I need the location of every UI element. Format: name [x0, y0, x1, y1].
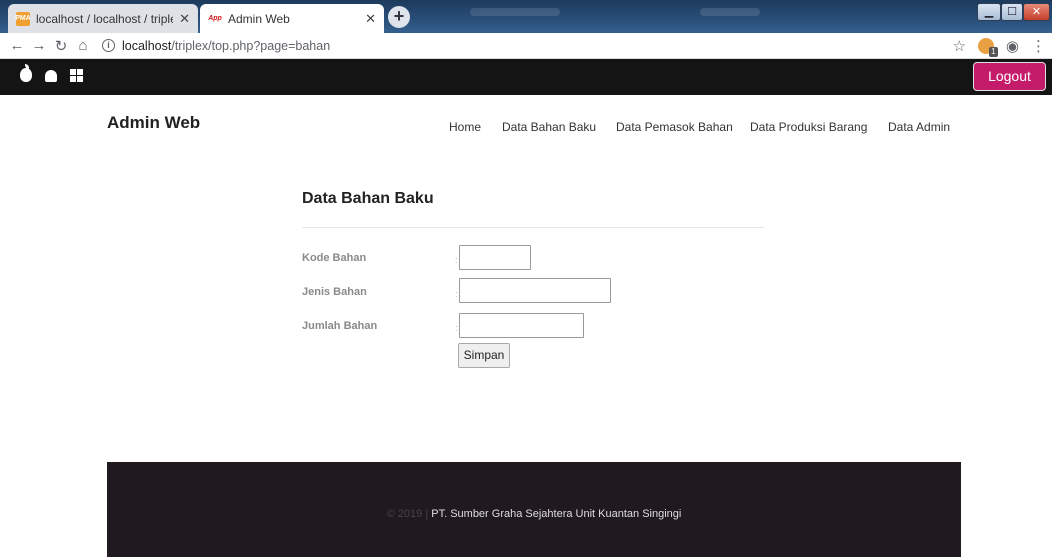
info-icon[interactable]: i	[102, 39, 115, 52]
jenis-bahan-input[interactable]	[459, 278, 611, 303]
jenis-bahan-label: Jenis Bahan	[302, 286, 367, 298]
windows-icon[interactable]	[70, 69, 83, 82]
nav-data-admin[interactable]: Data Admin	[888, 120, 950, 134]
logout-button[interactable]: Logout	[973, 62, 1046, 91]
nav-data-produksi-barang[interactable]: Data Produksi Barang	[750, 120, 867, 134]
page-title: Data Bahan Baku	[302, 190, 434, 207]
nav-data-bahan-baku[interactable]: Data Bahan Baku	[502, 120, 596, 134]
nav-data-pemasok-bahan[interactable]: Data Pemasok Bahan	[616, 120, 733, 134]
kode-bahan-label: Kode Bahan	[302, 252, 367, 264]
close-icon[interactable]: ✕	[179, 11, 190, 27]
back-icon[interactable]: ←	[6, 37, 28, 54]
jumlah-bahan-input[interactable]	[459, 313, 584, 338]
new-tab-button[interactable]: +	[388, 6, 410, 28]
app-top-bar: Logout	[0, 59, 1052, 95]
nav-home[interactable]: Home	[449, 120, 481, 134]
tab-title: localhost / localhost / triplex / pr	[36, 11, 173, 26]
minimize-button[interactable]: ▁	[977, 3, 1001, 21]
apple-icon[interactable]	[20, 64, 32, 82]
footer-company: PT. Sumber Graha Sejahtera Unit Kuantan …	[431, 508, 682, 520]
tab-title: Admin Web	[228, 11, 290, 26]
url-field[interactable]: i localhost/triplex/top.php?page=bahan	[94, 35, 940, 57]
footer: © 2019 | PT. Sumber Graha Sejahtera Unit…	[107, 462, 961, 557]
main-nav: Home Data Bahan Baku Data Pemasok Bahan …	[0, 120, 1052, 136]
phpmyadmin-icon: PMA	[15, 11, 31, 26]
jenis-bahan-colon: :	[455, 289, 458, 299]
reload-icon[interactable]: ↻	[50, 37, 72, 55]
close-icon[interactable]: ✕	[365, 11, 376, 27]
browser-tab-strip: PMA localhost / localhost / triplex / pr…	[0, 0, 1052, 33]
tab-phpmyadmin[interactable]: PMA localhost / localhost / triplex / pr…	[8, 4, 198, 33]
kode-bahan-input[interactable]	[459, 245, 531, 270]
extension-icon[interactable]	[977, 37, 998, 57]
title-divider	[302, 227, 764, 228]
maximize-button[interactable]: ☐	[1001, 3, 1023, 21]
app-icon: App	[208, 15, 222, 22]
tab-admin-web[interactable]: App Admin Web ✕	[200, 4, 384, 33]
url-path: /triplex/top.php?page=bahan	[171, 38, 331, 53]
jumlah-bahan-colon: :	[455, 323, 458, 333]
star-icon[interactable]: ☆	[952, 37, 965, 55]
home-icon[interactable]: ⌂	[72, 37, 94, 54]
window-close-button[interactable]: ✕	[1023, 3, 1050, 21]
forward-icon[interactable]: →	[28, 37, 50, 54]
address-bar: ← → ↻ ⌂ i localhost/triplex/top.php?page…	[0, 33, 1052, 59]
blurred-region	[470, 8, 560, 16]
kode-bahan-colon: :	[455, 255, 458, 265]
menu-icon[interactable]: ⋮	[1031, 37, 1046, 55]
android-icon[interactable]	[45, 70, 57, 82]
footer-copyright: © 2019 |	[386, 508, 429, 520]
simpan-button[interactable]: Simpan	[458, 343, 510, 368]
url-host: localhost	[122, 38, 172, 53]
jumlah-bahan-label: Jumlah Bahan	[302, 320, 378, 332]
profile-icon[interactable]: ◉	[1006, 37, 1019, 55]
blurred-region	[700, 8, 760, 16]
